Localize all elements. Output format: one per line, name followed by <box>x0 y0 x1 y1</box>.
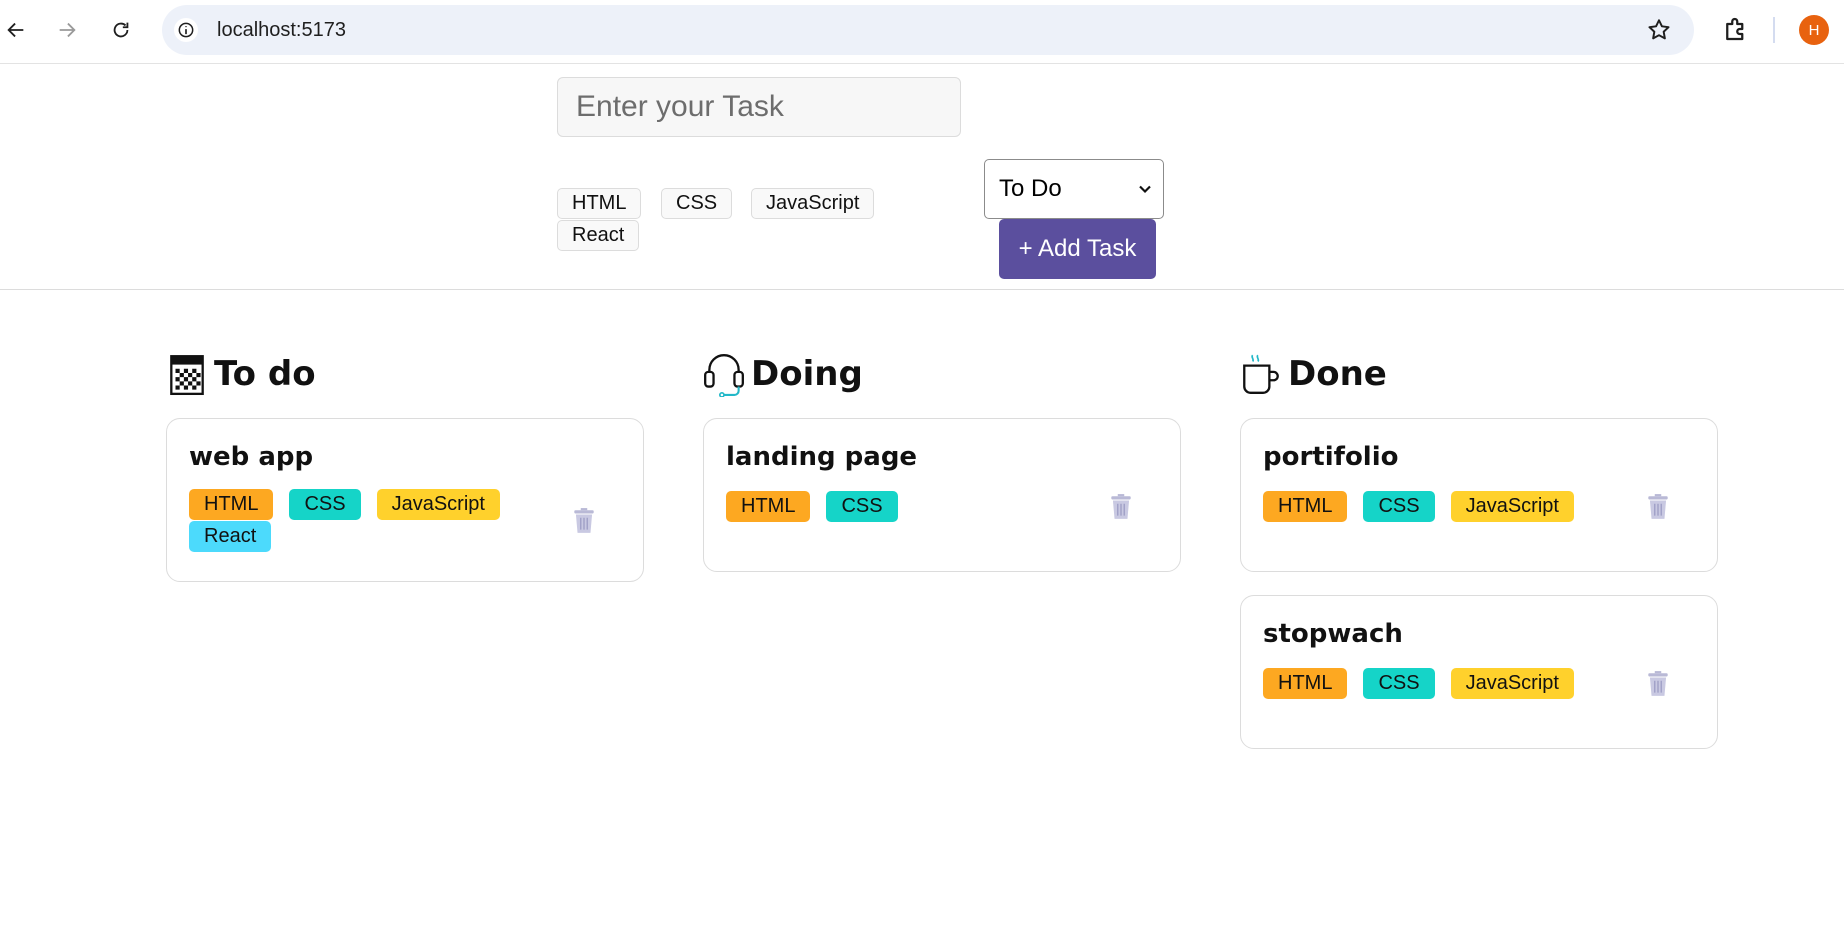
trash-icon[interactable] <box>571 507 597 535</box>
coffee-icon <box>1243 354 1279 394</box>
url-text[interactable]: localhost:5173 <box>217 19 346 42</box>
column-header: Done <box>1240 350 1718 398</box>
status-select-value: To Do <box>999 175 1062 202</box>
task-tags: HTML CSS JavaScript <box>1263 668 1603 699</box>
extensions-icon[interactable] <box>1721 14 1751 44</box>
column-header: Doing <box>703 350 1181 398</box>
task-card: web app HTML CSS JavaScript React <box>166 418 644 582</box>
tag-button-css[interactable]: CSS <box>661 188 733 219</box>
task-title: web app <box>189 442 314 472</box>
back-icon[interactable] <box>0 14 32 46</box>
task-card: portifolio HTML CSS JavaScript <box>1240 418 1718 572</box>
tag-button-react[interactable]: React <box>557 220 640 251</box>
task-tags: HTML CSS <box>726 491 1066 522</box>
task-form: HTML CSS JavaScript React To Do + Add Ta… <box>0 64 1844 290</box>
reload-icon[interactable] <box>105 14 137 46</box>
task-input[interactable] <box>557 77 961 137</box>
browser-toolbar: localhost:5173 H <box>0 0 1844 64</box>
column-done: Done portifolio HTML CSS JavaScript stop… <box>1240 350 1718 749</box>
tag-button-javascript[interactable]: JavaScript <box>751 188 875 219</box>
task-card: landing page HTML CSS <box>703 418 1181 572</box>
trash-icon[interactable] <box>1645 493 1671 521</box>
column-header: To do <box>166 350 644 398</box>
profile-avatar[interactable]: H <box>1799 15 1829 45</box>
tag-chip: JavaScript <box>1450 668 1574 699</box>
forward-icon[interactable] <box>51 14 83 46</box>
task-title: landing page <box>726 442 918 472</box>
trash-icon[interactable] <box>1108 493 1134 521</box>
address-bar[interactable]: localhost:5173 <box>162 5 1694 55</box>
task-title: stopwach <box>1263 619 1403 649</box>
tag-chip: HTML <box>1263 491 1348 522</box>
bookmark-star-icon[interactable] <box>1646 17 1672 43</box>
tag-chip: HTML <box>726 491 811 522</box>
add-task-button[interactable]: + Add Task <box>999 219 1156 279</box>
trash-icon[interactable] <box>1645 670 1671 698</box>
column-title: To do <box>214 354 316 394</box>
tag-chip: CSS <box>289 489 361 520</box>
column-title: Done <box>1288 354 1387 394</box>
tag-chip: HTML <box>1263 668 1348 699</box>
task-tags: HTML CSS JavaScript <box>1263 491 1603 522</box>
toolbar-divider <box>1773 17 1775 43</box>
tag-button-html[interactable]: HTML <box>557 188 642 219</box>
site-info-icon[interactable] <box>174 18 198 42</box>
task-title: portifolio <box>1263 442 1399 472</box>
tag-chip: HTML <box>189 489 274 520</box>
checklist-icon <box>170 355 204 396</box>
task-card: stopwach HTML CSS JavaScript <box>1240 595 1718 749</box>
column-doing: Doing landing page HTML CSS <box>703 350 1181 572</box>
tag-chip: CSS <box>1363 491 1435 522</box>
tag-chip: React <box>189 521 272 552</box>
tag-chip: CSS <box>826 491 898 522</box>
task-tags: HTML CSS JavaScript React <box>189 489 529 552</box>
tag-chip: CSS <box>1363 668 1435 699</box>
tag-chip: JavaScript <box>376 489 500 520</box>
headset-icon <box>704 354 744 397</box>
tag-chip: JavaScript <box>1450 491 1574 522</box>
chevron-down-icon <box>1139 185 1151 194</box>
column-todo: To do web app HTML CSS JavaScript React <box>166 350 644 582</box>
status-select[interactable]: To Do <box>984 159 1164 219</box>
column-title: Doing <box>751 354 863 394</box>
